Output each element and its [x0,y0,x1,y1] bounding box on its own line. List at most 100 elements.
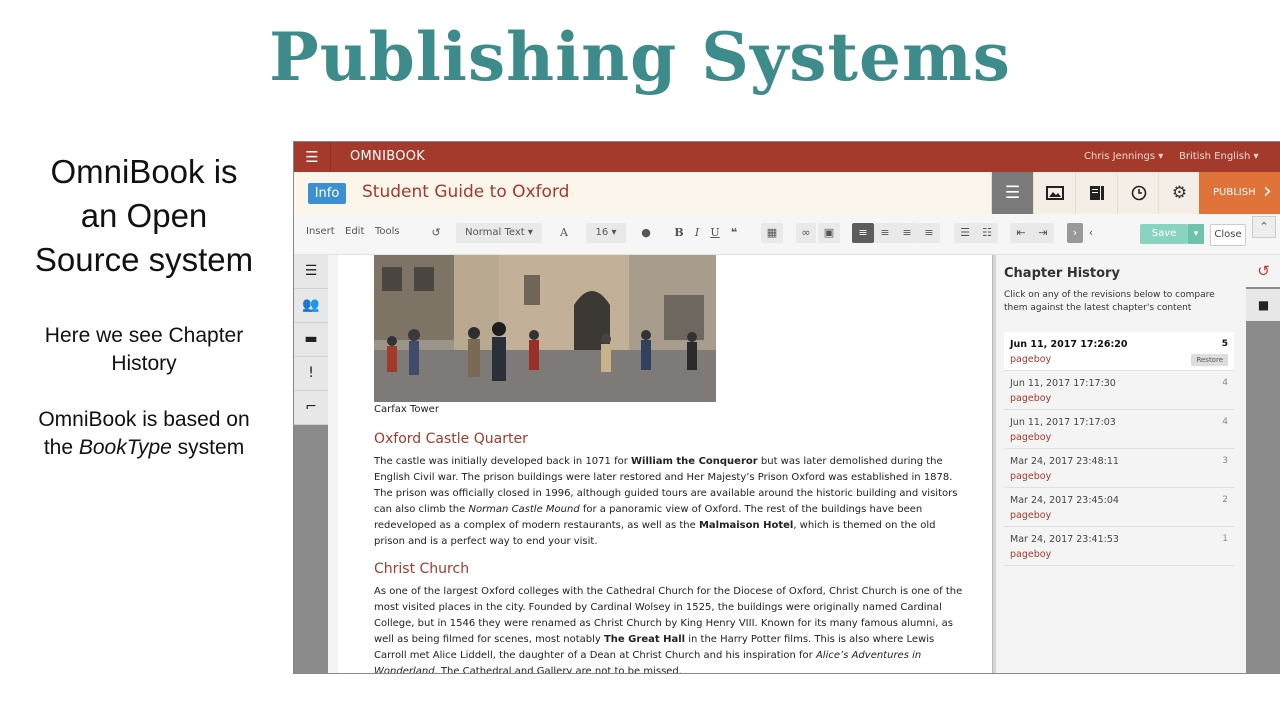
intro-text: OmniBook is an Open Source system [18,150,270,282]
font-icon[interactable]: A [554,223,574,243]
revision-list: Jun 11, 2017 17:26:20 pageboy 5 Restore Jun … [1004,332,1234,566]
revision-user[interactable]: pageboy [1010,432,1051,443]
clock-icon[interactable] [1117,172,1159,214]
revision-user[interactable]: pageboy [1010,393,1051,404]
revision-date: Mar 24, 2017 23:45:04 [1010,495,1119,506]
caret-down-icon: ▾ [1253,151,1259,162]
history-icon[interactable]: ↺ [1246,255,1280,287]
bold-text: William the Conqueror [631,456,758,467]
comments-icon[interactable]: ▬ [294,323,328,357]
revision-number: 1 [1222,534,1228,544]
italic-text: Norman Castle Mound [468,504,580,515]
section-paragraph: As one of the largest Oxford colleges wi… [374,584,964,673]
slide-title: Publishing Systems [269,18,1011,96]
outdent-icon[interactable]: ⇤ [1010,223,1032,243]
bullet-list-icon[interactable]: ☰ [954,223,976,243]
user-menu[interactable]: Chris Jennings ▾ [1084,142,1163,172]
revision-item[interactable]: Mar 24, 2017 23:48:11 pageboy 3 [1004,449,1234,488]
history-description: Click on any of the revisions below to c… [1004,290,1215,313]
language-menu[interactable]: British English ▾ [1179,142,1259,172]
close-button[interactable]: Close [1210,224,1246,246]
chevron-right-icon[interactable]: › [1067,223,1083,243]
indent-icon[interactable]: ⇥ [1032,223,1054,243]
publish-label: PUBLISH [1213,187,1256,198]
numbered-list-icon[interactable]: ☷ [976,223,998,243]
note-line: OmniBook is based on [38,408,250,431]
save-options-icon[interactable]: ▾ [1188,224,1204,244]
text-run: . The Cathedral and Gallery are not to b… [434,666,682,673]
restore-button[interactable]: Restore [1191,354,1228,366]
revision-item[interactable]: Jun 11, 2017 17:17:03 pageboy 4 [1004,410,1234,449]
align-justify-icon[interactable]: ≡ [918,223,940,243]
history-title: Chapter History [1004,266,1120,281]
bold-icon[interactable]: B [672,223,686,243]
table-icon[interactable]: ▦ [761,223,783,243]
booktype-note: OmniBook is based on the BookType system [18,406,270,462]
font-size-select[interactable]: 16 ▾ [586,223,626,243]
format-painter-icon[interactable]: ⌐ [294,391,328,425]
insert-menu[interactable]: Insert [306,226,335,237]
book-icon[interactable] [1075,172,1117,214]
underline-icon[interactable]: U [708,223,722,243]
right-rail: ↺ ■ [1246,255,1280,673]
publish-button[interactable]: PUBLISH › [1199,172,1280,214]
info-button[interactable]: Info [308,183,346,204]
caret-down-icon: ▾ [1158,151,1164,162]
revision-user[interactable]: pageboy [1010,471,1051,482]
brand-name[interactable]: OMNIBOOK [350,142,425,172]
user-name: Chris Jennings [1084,151,1156,162]
align-right-icon[interactable]: ≡ [896,223,918,243]
revision-user[interactable]: pageboy [1010,549,1051,560]
note-line: Here we see Chapter [44,324,244,347]
revision-date: Jun 11, 2017 17:17:03 [1010,417,1116,428]
edit-menu[interactable]: Edit [345,226,364,237]
chat-icon[interactable]: ■ [1246,289,1280,321]
style-select[interactable]: Normal Text ▾ [456,223,542,243]
revision-number: 5 [1221,339,1228,349]
revision-number: 2 [1222,495,1228,505]
align-center-icon[interactable]: ≡ [874,223,896,243]
collapse-toolbar-icon[interactable]: ⌃ [1252,216,1276,238]
revision-item[interactable]: Jun 11, 2017 17:17:30 pageboy 4 [1004,371,1234,410]
chapter-history-panel: Chapter History Click on any of the revi… [996,255,1246,673]
bold-text: The Great Hall [603,634,686,645]
quote-icon[interactable]: ❝ [726,223,742,243]
style-select-value: Normal Text [465,227,525,238]
book-title: Student Guide to Oxford [362,182,570,202]
users-icon[interactable]: 👥 [294,289,328,323]
section-paragraph: The castle was initially developed back … [374,454,964,550]
left-sidebar: ☰ 👥 ▬ ! ⌐ [294,255,328,673]
chapter-history-note: Here we see Chapter History [18,322,270,378]
image-icon[interactable]: ▣ [818,223,840,243]
revision-item[interactable]: Mar 24, 2017 23:41:53 pageboy 1 [1004,527,1234,566]
images-icon[interactable] [1033,172,1075,214]
revision-user[interactable]: pageboy [1010,510,1051,521]
chevron-left-icon[interactable]: ‹ [1085,223,1097,243]
revision-item[interactable]: Jun 11, 2017 17:26:20 pageboy 5 Restore [1004,332,1234,371]
revision-user[interactable]: pageboy [1010,354,1051,365]
section-heading: Oxford Castle Quarter [374,431,528,447]
top-navbar: ☰ OMNIBOOK Chris Jennings ▾ British Engl… [294,142,1280,172]
italic-icon[interactable]: I [690,223,704,243]
intro-line: an Open [80,197,208,234]
list-icon[interactable]: ☰ [991,172,1033,214]
carfax-tower-photo [374,255,716,402]
editor-gutter [328,255,338,673]
chapters-icon[interactable]: ☰ [294,255,328,289]
link-icon[interactable]: ∞ [796,223,816,243]
revision-item[interactable]: Mar 24, 2017 23:45:04 pageboy 2 [1004,488,1234,527]
intro-line: Source system [34,241,254,278]
chevron-right-icon: › [1263,179,1272,204]
text-color-icon[interactable]: ● [638,223,654,243]
gear-icon[interactable]: ⚙ [1158,172,1200,214]
hamburger-icon[interactable]: ☰ [294,142,331,172]
undo-icon[interactable]: ↺ [426,223,446,243]
save-button[interactable]: Save [1140,224,1188,244]
tools-menu[interactable]: Tools [375,226,400,237]
revision-date: Mar 24, 2017 23:41:53 [1010,534,1119,545]
alert-icon[interactable]: ! [294,357,328,391]
revision-number: 4 [1222,417,1228,427]
app-screenshot: ☰ OMNIBOOK Chris Jennings ▾ British Engl… [293,141,1280,674]
document-area[interactable]: Carfax Tower Oxford Castle Quarter The c… [338,255,992,673]
align-left-icon[interactable]: ≡ [852,223,874,243]
